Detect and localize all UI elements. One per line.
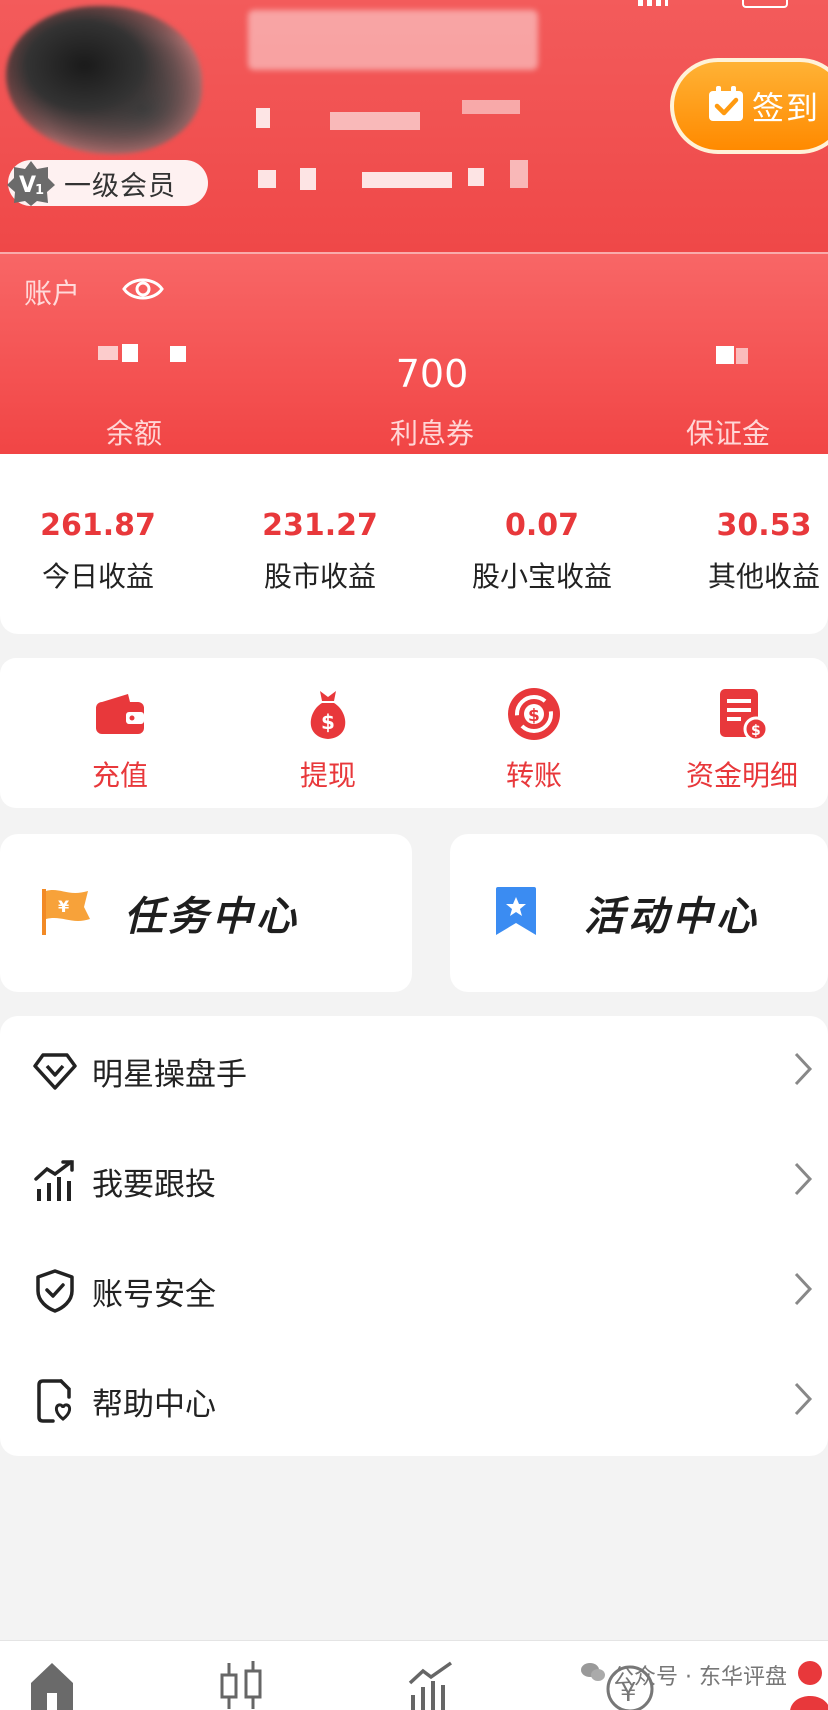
menu-label: 账号安全	[92, 1276, 216, 1313]
earning-label: 股小宝收益	[471, 560, 612, 593]
coupon-value: 700	[395, 352, 469, 396]
account-summary: 账户 余额 700 利息券 保证金	[0, 252, 828, 454]
earning-value: 231.27	[262, 508, 378, 543]
earning-stock[interactable]: 231.27 股市收益	[210, 508, 430, 595]
action-label: 转账	[505, 759, 562, 792]
bottom-tab-bar: ¥ 公众号 · 东华评盘	[0, 1640, 828, 1710]
redacted-info	[510, 160, 528, 188]
svg-text:1: 1	[35, 183, 44, 198]
earning-other[interactable]: 30.53 其他收益	[654, 508, 828, 595]
chart-up-icon	[32, 1158, 78, 1204]
help-doc-icon	[32, 1378, 78, 1424]
profile-header: V 1 一级会员 签到	[0, 0, 828, 252]
tab-market[interactable]	[212, 1659, 272, 1710]
chevron-right-icon	[792, 1271, 814, 1311]
vip-level-icon: V 1	[4, 159, 58, 207]
margin-label: 保证金	[685, 417, 770, 450]
balance-value-redacted	[98, 342, 208, 364]
recharge-button[interactable]: 充值	[30, 686, 210, 794]
candlestick-icon	[217, 1659, 267, 1710]
home-icon	[27, 1659, 77, 1710]
member-level-badge[interactable]: V 1 一级会员	[7, 160, 208, 206]
bookmark-star-icon	[494, 885, 538, 941]
menu-label: 我要跟投	[92, 1166, 216, 1203]
earning-label: 今日收益	[41, 560, 154, 593]
svg-text:¥: ¥	[58, 897, 69, 916]
user-icon	[784, 1659, 828, 1710]
earning-label: 股市收益	[263, 560, 376, 593]
menu-list: 明星操盘手 我要跟投 账号安全 帮助中心	[0, 1016, 828, 1456]
trend-chart-icon	[407, 1659, 457, 1710]
transfer-icon: $	[444, 686, 624, 742]
avatar[interactable]	[6, 6, 202, 154]
wallet-icon	[30, 686, 210, 742]
earning-gxb[interactable]: 0.07 股小宝收益	[432, 508, 652, 595]
action-label: 资金明细	[685, 759, 798, 792]
earning-label: 其他收益	[707, 560, 820, 593]
svg-text:$: $	[321, 710, 335, 734]
menu-label: 明星操盘手	[92, 1056, 247, 1093]
battery-icon	[742, 0, 788, 8]
action-label: 充值	[91, 759, 148, 792]
task-center-label: 任务中心	[124, 894, 300, 940]
balance-label: 余额	[105, 417, 162, 450]
redacted-info	[256, 108, 270, 128]
margin-value-redacted	[716, 346, 756, 366]
redacted-info	[258, 170, 276, 188]
earning-value: 261.87	[40, 508, 156, 543]
tab-profile[interactable]	[784, 1659, 828, 1710]
menu-item-account-security[interactable]: 账号安全	[0, 1236, 828, 1346]
transfer-button[interactable]: $ 转账	[444, 686, 624, 794]
activity-center-card[interactable]: 活动中心	[450, 834, 828, 992]
earning-today[interactable]: 261.87 今日收益	[0, 508, 208, 595]
checkin-label: 签到	[752, 89, 821, 127]
redacted-username	[248, 10, 538, 70]
redacted-info	[362, 172, 452, 188]
member-level-label: 一级会员	[64, 170, 176, 202]
withdraw-button[interactable]: $ 提现	[238, 686, 418, 794]
watermark-text: 公众号 · 东华评盘	[612, 1665, 787, 1690]
quick-actions: 充值 $ 提现 $ 转账 $ 资金明细	[0, 658, 828, 808]
chevron-right-icon	[792, 1381, 814, 1421]
svg-text:V: V	[19, 173, 36, 198]
flag-yuan-icon: ¥	[38, 885, 94, 941]
task-center-card[interactable]: ¥ 任务中心	[0, 834, 412, 992]
menu-item-star-trader[interactable]: 明星操盘手	[0, 1016, 828, 1126]
action-label: 提现	[299, 759, 356, 792]
fund-details-button[interactable]: $ 资金明细	[652, 686, 828, 794]
watermark: 公众号 · 东华评盘	[580, 1659, 787, 1691]
redacted-info	[462, 100, 520, 114]
chevron-right-icon	[792, 1051, 814, 1091]
money-bag-icon: $	[238, 686, 418, 742]
account-title: 账户	[24, 277, 81, 310]
redacted-info	[330, 112, 420, 130]
earning-value: 0.07	[504, 508, 580, 543]
menu-label: 帮助中心	[92, 1386, 216, 1423]
menu-item-help-center[interactable]: 帮助中心	[0, 1346, 828, 1456]
tab-trend[interactable]	[402, 1659, 462, 1710]
calendar-check-icon	[706, 84, 746, 128]
redacted-info	[300, 168, 316, 190]
tab-home[interactable]	[22, 1659, 82, 1710]
diamond-icon	[32, 1048, 78, 1094]
earnings-panel: 261.87 今日收益 231.27 股市收益 0.07 股小宝收益 30.53…	[0, 454, 828, 634]
earning-value: 30.53	[716, 508, 812, 543]
checkin-button[interactable]: 签到	[670, 58, 828, 154]
wechat-icon	[580, 1661, 606, 1689]
svg-text:$: $	[528, 706, 540, 726]
eye-icon[interactable]	[122, 274, 164, 308]
status-bar	[638, 0, 788, 10]
coupon-label: 利息券	[389, 417, 474, 450]
chevron-right-icon	[792, 1161, 814, 1201]
menu-item-follow-invest[interactable]: 我要跟投	[0, 1126, 828, 1236]
signal-icon	[638, 0, 668, 6]
svg-text:$: $	[751, 723, 761, 739]
redacted-info	[468, 168, 484, 186]
activity-center-label: 活动中心	[584, 894, 760, 940]
statement-icon: $	[652, 686, 828, 742]
shield-check-icon	[32, 1268, 78, 1314]
